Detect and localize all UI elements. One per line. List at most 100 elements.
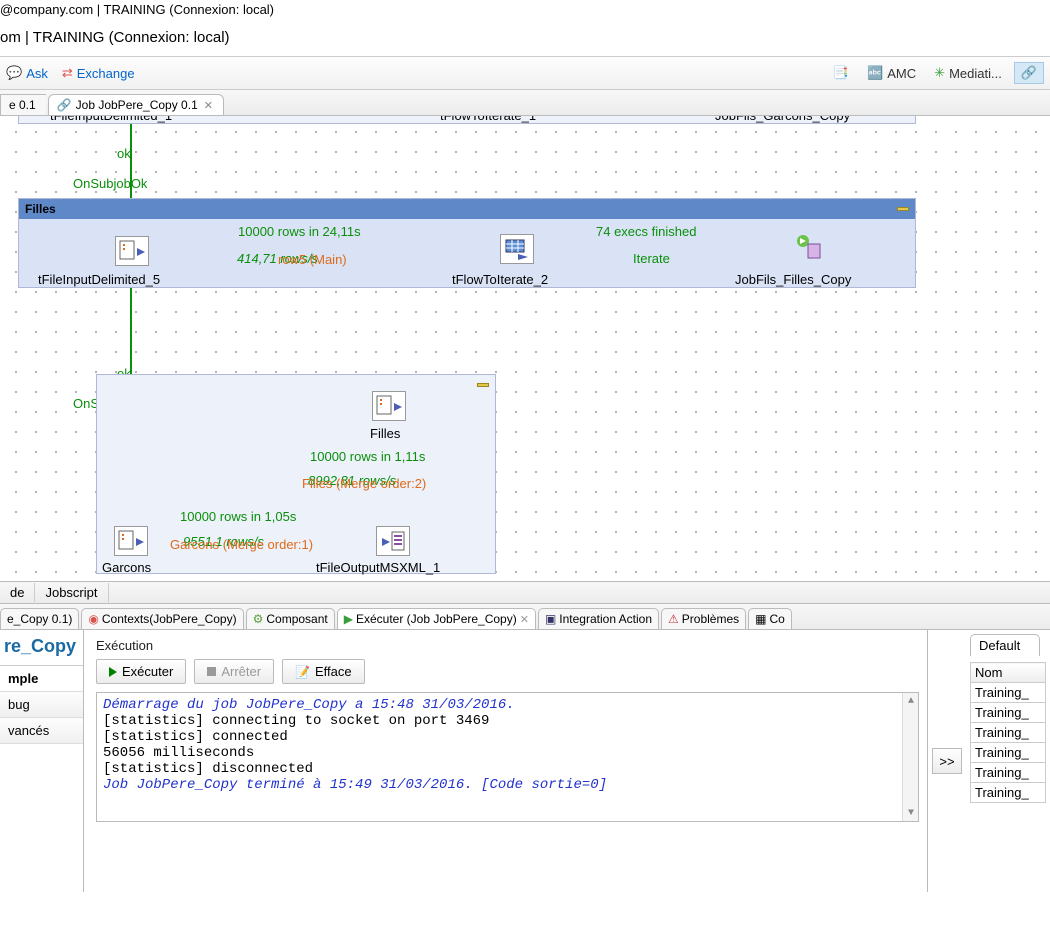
exchange-icon: ⇄ (62, 65, 73, 81)
execute-label: Exécuter (122, 664, 173, 679)
problems-icon: ⚠ (668, 612, 679, 626)
view-label: Contexts(JobPere_Copy) (102, 612, 237, 626)
console-output[interactable]: Démarrage du job JobPere_Copy a 15:48 31… (96, 692, 919, 822)
comp-jobfils-garcons[interactable]: JobFils_Garcons_Copy (715, 116, 850, 123)
side-tab-advanced[interactable]: vancés (0, 718, 83, 744)
comp-tfileinputdelimited-1[interactable]: tFileInputDelimited_1 (50, 116, 172, 123)
editor-tab-1[interactable]: 🔗 Job JobPere_Copy 0.1 ✕ (48, 94, 224, 115)
filles-stat2-top: 74 execs finished (596, 224, 696, 239)
subjob-third-title (97, 375, 495, 390)
designer-tab-code[interactable]: de (0, 583, 35, 602)
table-row[interactable]: Training_ (971, 763, 1046, 783)
context-table: Nom Training_ Training_ Training_ Traini… (970, 662, 1046, 803)
comp-tfileinputdelimited-5-label: tFileInputDelimited_5 (38, 272, 160, 287)
filles-conn2: Iterate (633, 251, 670, 266)
table-row[interactable]: Training_ (971, 683, 1046, 703)
job-canvas[interactable]: tFileInputDelimited_1 tFlowToIterate_1 J… (0, 116, 1050, 582)
clear-button[interactable]: 📝 Efface (282, 659, 365, 684)
view-tab-integration-action[interactable]: ▣ Integration Action (538, 608, 659, 629)
comp-tfileoutputmsxml-label: tFileOutputMSXML_1 (316, 560, 440, 575)
expand-button[interactable]: >> (932, 748, 962, 774)
close-tab-icon[interactable]: ✕ (204, 99, 213, 112)
mediation-perspective[interactable]: ✳ Mediati... (928, 63, 1008, 83)
close-view-icon[interactable]: ✕ (520, 613, 529, 626)
more-icon: ▦ (755, 612, 766, 626)
comp-tflowtoiterate-2-label: tFlowToIterate_2 (452, 272, 548, 287)
ask-link[interactable]: 💬 Ask (6, 65, 48, 81)
view-tab-executer[interactable]: ▶ Exécuter (Job JobPere_Copy) ✕ (337, 608, 536, 629)
view-tab-problemes[interactable]: ⚠ Problèmes (661, 608, 746, 629)
comp-label: tFlowToIterate_1 (440, 116, 536, 123)
comp-tfileoutputmsxml[interactable] (374, 526, 412, 558)
console-scrollbar[interactable]: ▲ ▼ (902, 693, 918, 821)
perspective-btn-1[interactable]: 📑 (827, 63, 855, 83)
context-default-tab[interactable]: Default (970, 634, 1040, 656)
third-statA-top: 10000 rows in 1,11s (310, 449, 425, 464)
amc-perspective[interactable]: 🔤 AMC (861, 63, 922, 83)
job-icon: 🔗 (57, 98, 72, 112)
designer-mode-tabs: de Jobscript (0, 582, 1050, 604)
console-line: [statistics] connected (103, 729, 912, 745)
file-delimited-icon (372, 391, 406, 421)
third-connB: Garcons (Merge order:1) (170, 537, 313, 552)
comp-garcons-input[interactable] (112, 526, 150, 558)
contexts-icon: ◉ (88, 612, 98, 626)
scroll-down-icon[interactable]: ▼ (903, 805, 919, 821)
comp-tfileinputdelimited-5[interactable] (110, 236, 154, 268)
file-output-xml-icon (376, 526, 410, 556)
erase-icon: 📝 (295, 665, 310, 679)
table-row[interactable]: Training_ (971, 723, 1046, 743)
stop-label: Arrêter (221, 664, 261, 679)
views-tabbar: e_Copy 0.1) ◉ Contexts(JobPere_Copy) ⚙ C… (0, 604, 1050, 630)
comp-tflowtoiterate-2[interactable] (498, 234, 536, 266)
comp-tflowtoiterate-1[interactable]: tFlowToIterate_1 (440, 116, 536, 123)
editor-tab-0[interactable]: e 0.1 (0, 94, 46, 115)
file-delimited-icon (114, 526, 148, 556)
view-label: Composant (266, 612, 327, 626)
comp-filles-input[interactable] (370, 391, 408, 423)
third-connA: Filles (Merge order:2) (302, 476, 426, 491)
mediation-label: Mediati... (949, 66, 1002, 81)
comp-label: JobFils_Garcons_Copy (715, 116, 850, 123)
comp-jobfils-filles-label: JobFils_Filles_Copy (735, 272, 851, 287)
view-tab-copy01[interactable]: e_Copy 0.1) (0, 608, 79, 629)
console-line: Démarrage du job JobPere_Copy a 15:48 31… (103, 697, 912, 713)
side-tab-simple[interactable]: mple (0, 666, 83, 692)
table-row[interactable]: Training_ (971, 743, 1046, 763)
onsubjobok-label-1: OnSubjobOk (73, 176, 147, 191)
execute-button[interactable]: Exécuter (96, 659, 186, 684)
editor-tab-1-label: Job JobPere_Copy 0.1 (76, 98, 198, 112)
view-tab-contexts[interactable]: ◉ Contexts(JobPere_Copy) (81, 608, 243, 629)
minimize-icon[interactable] (477, 383, 489, 387)
view-tab-more[interactable]: ▦ Co (748, 608, 792, 629)
play-icon (109, 667, 117, 677)
side-tab-debug[interactable]: bug (0, 692, 83, 718)
flow-iterate-icon (500, 234, 534, 264)
console-line: [statistics] disconnected (103, 761, 912, 777)
ask-label: Ask (26, 66, 48, 81)
file-delimited-icon (115, 236, 149, 266)
run-view-title: re_Copy (0, 630, 83, 666)
filles-stat1-top: 10000 rows in 24,11s (238, 224, 361, 239)
comp-jobfils-filles[interactable] (790, 232, 828, 264)
exchange-link[interactable]: ⇄ Exchange (62, 65, 135, 81)
stop-icon (207, 667, 216, 676)
integration-icon: ▣ (545, 612, 556, 626)
perspective-btn-last[interactable]: 🔗 (1014, 62, 1044, 84)
table-row[interactable]: Training_ (971, 703, 1046, 723)
clear-label: Efface (315, 664, 352, 679)
stop-button[interactable]: Arrêter (194, 659, 274, 684)
view-label: Problèmes (682, 612, 739, 626)
view-tab-composant[interactable]: ⚙ Composant (246, 608, 335, 629)
scroll-up-icon[interactable]: ▲ (903, 693, 919, 709)
context-header-name[interactable]: Nom (971, 663, 1046, 683)
designer-tab-jobscript[interactable]: Jobscript (35, 583, 108, 602)
view-label: Co (769, 612, 784, 626)
runjob-icon (792, 232, 826, 262)
view-label: Integration Action (559, 612, 652, 626)
table-row[interactable]: Training_ (971, 783, 1046, 803)
mediation-icon: ✳ (934, 65, 945, 81)
comp-filles-input-label: Filles (370, 426, 400, 441)
minimize-icon[interactable] (897, 207, 909, 211)
window-title-1: @company.com | TRAINING (Connexion: loca… (0, 0, 1050, 25)
